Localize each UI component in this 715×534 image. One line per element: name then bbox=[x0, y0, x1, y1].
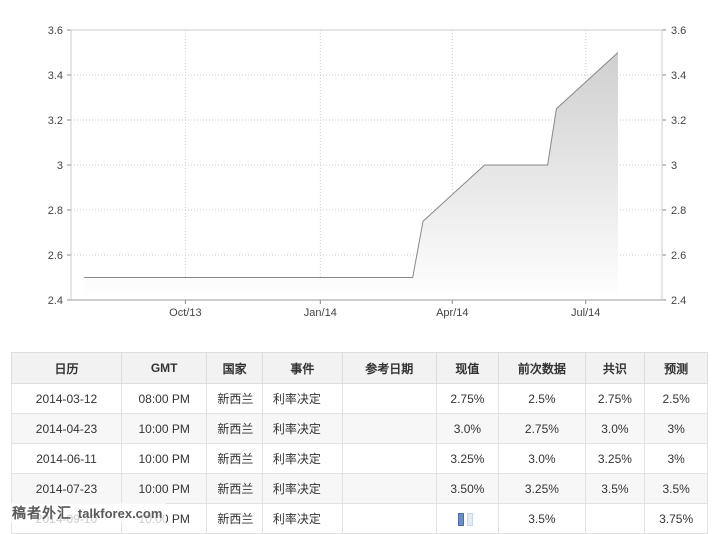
y-tick-label-right: 3 bbox=[671, 160, 677, 172]
table-cell bbox=[342, 473, 437, 504]
watermark: 稿者外汇 talkforex.com bbox=[8, 503, 167, 523]
table-cell: 2014-04-23 bbox=[11, 413, 122, 444]
table-cell: 3% bbox=[644, 413, 708, 444]
table-cell: 3.50% bbox=[435, 473, 500, 504]
column-header: 现值 bbox=[435, 352, 500, 384]
table-cell bbox=[342, 383, 437, 414]
table-cell: 2.75% bbox=[435, 383, 500, 414]
table-cell: 2014-06-11 bbox=[11, 443, 122, 474]
table-cell: 3.5% bbox=[584, 473, 646, 504]
table-cell bbox=[584, 503, 646, 534]
table-cell: 10:00 PM bbox=[120, 413, 208, 444]
table-cell: 3.0% bbox=[498, 443, 586, 474]
table-cell: 3.5% bbox=[644, 473, 708, 504]
table-cell: 利率决定 bbox=[261, 473, 344, 504]
rate-area-chart: 2.4 2.4 2.6 2.6 2.8 2.8 3 3 3.2 3.2 3.4 3.4 3.6 3.6 Oc… bbox=[48, 25, 687, 319]
table-cell: 新西兰 bbox=[206, 383, 263, 414]
x-tick-label: Jan/14 bbox=[304, 307, 337, 319]
table-cell: 3% bbox=[644, 443, 708, 474]
column-header: GMT bbox=[120, 352, 208, 384]
table-cell: 3.25% bbox=[498, 473, 586, 504]
y-tick-label-left: 3.4 bbox=[48, 70, 63, 82]
loading-indicator bbox=[467, 512, 474, 526]
table-cell: 2014-03-12 bbox=[11, 383, 122, 414]
watermark-cn: 稿者外汇 bbox=[12, 506, 72, 522]
table-cell: 10:00 PM bbox=[120, 473, 208, 504]
table-cell: 利率决定 bbox=[261, 503, 344, 534]
column-header: 前次数据 bbox=[498, 352, 586, 384]
table-cell bbox=[342, 503, 437, 534]
table-row: 2014-07-23 10:00 PM 新西兰 利率决定 3.50% 3.25% 3.5% 3… bbox=[11, 473, 708, 504]
column-header: 日历 bbox=[11, 352, 122, 384]
y-tick-label-left: 3.2 bbox=[48, 115, 63, 127]
y-tick-label-right: 3.6 bbox=[671, 25, 686, 37]
y-tick-label-left: 3.6 bbox=[48, 25, 63, 37]
y-tick-label-right: 2.8 bbox=[671, 205, 686, 217]
y-tick-label-right: 2.4 bbox=[671, 295, 686, 307]
table-cell: 3.25% bbox=[584, 443, 646, 474]
table-cell: 3.75% bbox=[644, 503, 708, 534]
table-header-row: 日历 GMT 国家 事件 参考日期 现值 前次数据 共识 预测 bbox=[11, 352, 708, 384]
table-cell: 新西兰 bbox=[206, 473, 263, 504]
table-cell: 3.0% bbox=[435, 413, 500, 444]
table-cell: 10:00 PM bbox=[120, 443, 208, 474]
table-cell: 2.75% bbox=[584, 383, 646, 414]
table-cell: 利率决定 bbox=[261, 383, 344, 414]
table-cell: 利率决定 bbox=[261, 413, 344, 444]
table-cell: 08:00 PM bbox=[120, 383, 208, 414]
x-tick-label: Jul/14 bbox=[571, 307, 600, 319]
table-cell: 3.25% bbox=[435, 443, 500, 474]
table-row: 2014-03-12 08:00 PM 新西兰 利率决定 2.75% 2.5% 2.75% 2… bbox=[11, 383, 708, 414]
y-tick-label-right: 2.6 bbox=[671, 250, 686, 262]
table-cell: 3.5% bbox=[498, 503, 586, 534]
table-cell: 3.0% bbox=[584, 413, 646, 444]
table-cell: 2.75% bbox=[498, 413, 586, 444]
series-area bbox=[84, 52, 618, 300]
x-tick-label: Apr/14 bbox=[436, 307, 468, 319]
table-cell: 2.5% bbox=[644, 383, 708, 414]
table-row: 2014-04-23 10:00 PM 新西兰 利率决定 3.0% 2.75% 3.0% 3% bbox=[11, 413, 708, 444]
table-cell bbox=[342, 413, 437, 444]
table-cell: 2014-07-23 bbox=[11, 473, 122, 504]
table-cell: 利率决定 bbox=[261, 443, 344, 474]
column-header: 预测 bbox=[644, 352, 708, 384]
column-header: 事件 bbox=[261, 352, 344, 384]
table-cell: 新西兰 bbox=[206, 503, 263, 534]
table-cell bbox=[342, 443, 437, 474]
y-tick-label-left: 2.4 bbox=[48, 295, 63, 307]
column-header: 国家 bbox=[206, 352, 263, 384]
y-tick-label-right: 3.4 bbox=[671, 70, 686, 82]
column-header: 参考日期 bbox=[342, 352, 437, 384]
y-tick-label-left: 2.6 bbox=[48, 250, 63, 262]
table-cell: 新西兰 bbox=[206, 413, 263, 444]
y-tick-label-left: 3 bbox=[57, 160, 63, 172]
table-row: 2014-06-11 10:00 PM 新西兰 利率决定 3.25% 3.0% 3.25% 3… bbox=[11, 443, 708, 474]
y-tick-label-left: 2.8 bbox=[48, 205, 63, 217]
column-header: 共识 bbox=[584, 352, 646, 384]
x-tick-label: Oct/13 bbox=[169, 307, 201, 319]
watermark-en: talkforex.com bbox=[77, 506, 163, 521]
table-cell: 2.5% bbox=[498, 383, 586, 414]
table-cell: 新西兰 bbox=[206, 443, 263, 474]
loading-indicator bbox=[458, 512, 465, 526]
table-cell bbox=[435, 503, 500, 534]
y-tick-label-right: 3.2 bbox=[671, 115, 686, 127]
